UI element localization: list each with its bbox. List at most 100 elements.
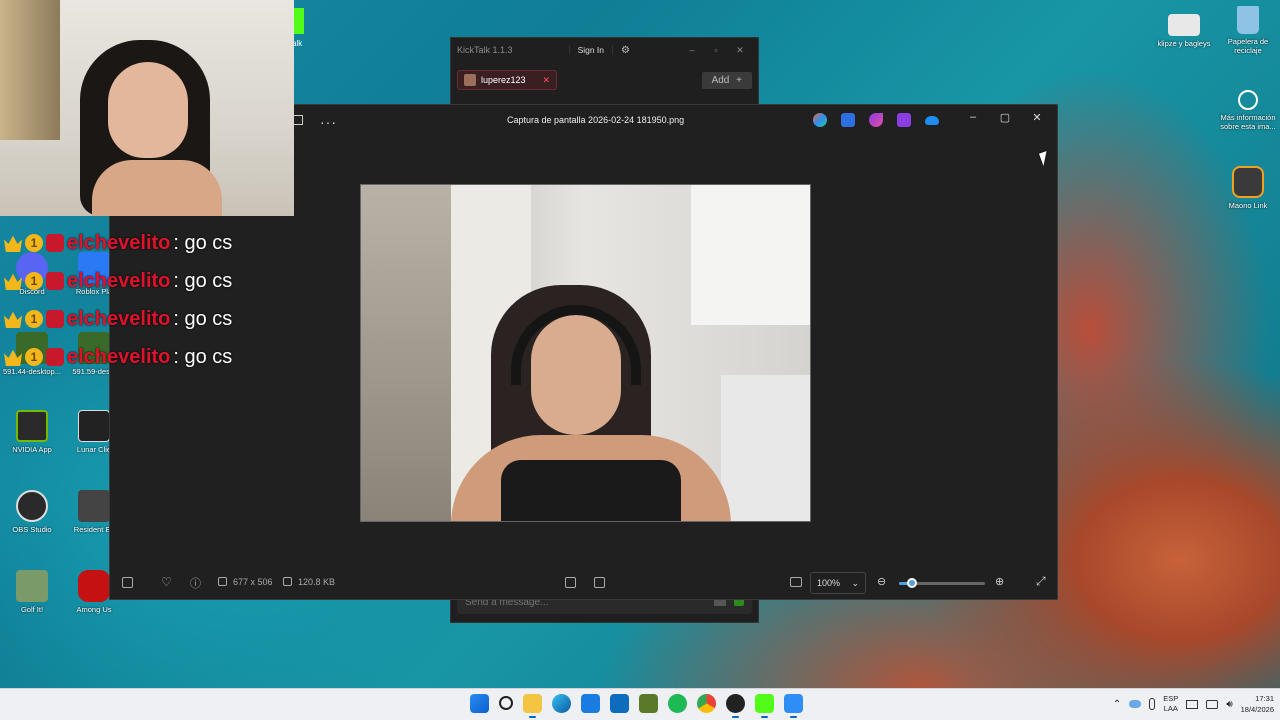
webcam-overlay: [0, 0, 294, 216]
filmstrip-icon[interactable]: [122, 577, 133, 588]
display-icon[interactable]: [1186, 699, 1199, 709]
photos-edit-icon[interactable]: [841, 113, 855, 127]
minimize-button[interactable]: –: [680, 45, 704, 55]
gem-badge-icon: [46, 310, 64, 328]
kick-icon[interactable]: [294, 8, 304, 34]
microphone-icon[interactable]: [1149, 698, 1156, 710]
gem-badge-icon: [46, 272, 64, 290]
chat-text: : go cs: [173, 345, 233, 368]
zoom-value: 100%: [817, 578, 841, 588]
chat-username: elchevelito: [67, 345, 171, 368]
chevron-up-icon[interactable]: ⌃: [1113, 699, 1121, 710]
chat-message: 1 elchevelito: go cs: [0, 300, 300, 338]
chat-tab[interactable]: luperez123 ✕: [457, 70, 558, 90]
sub-badge-icon: 1: [25, 272, 43, 290]
zoom-dropdown[interactable]: 100% ⌄: [810, 572, 866, 594]
spotify-icon[interactable]: [668, 694, 687, 713]
add-chat-button[interactable]: Add +: [701, 71, 752, 89]
chat-text: : go cs: [173, 231, 233, 254]
crown-badge-icon: [4, 349, 22, 366]
chat-text: : go cs: [173, 307, 233, 330]
chat-message: 1 elchevelito: go cs: [0, 262, 300, 300]
desktop-icon-nvidia-app[interactable]: NVIDIA App: [0, 410, 64, 454]
minimize-button[interactable]: –: [957, 111, 989, 124]
lunar-client-icon: [78, 410, 110, 442]
search-icon[interactable]: [499, 696, 513, 710]
crown-badge-icon: [4, 273, 22, 290]
among-us-icon: [78, 570, 110, 602]
desktop-icon-golf-it[interactable]: Golf It!: [0, 570, 64, 614]
time: 17:31: [1255, 694, 1274, 703]
desktop-icon-recycle-bin[interactable]: Papelera de reciclaje: [1216, 6, 1280, 55]
info-icon[interactable]: ⓘ: [190, 575, 201, 591]
sign-in-button[interactable]: Sign In: [568, 45, 614, 55]
gem-badge-icon: [46, 348, 64, 366]
displayed-image[interactable]: [360, 184, 811, 522]
fit-to-window-icon[interactable]: [790, 577, 802, 587]
designer-icon[interactable]: [897, 113, 911, 127]
language-indicator[interactable]: ESP LAA: [1163, 694, 1178, 714]
resident-evil-icon: [78, 490, 110, 522]
golf-it-icon: [16, 570, 48, 602]
heart-icon[interactable]: ♡: [161, 575, 172, 589]
more-options-button[interactable]: ···: [320, 114, 337, 130]
obs-taskbar-icon[interactable]: [726, 694, 745, 718]
zoom-in-icon[interactable]: ⊕: [995, 575, 1004, 588]
image-dimensions: 677 x 506: [233, 577, 273, 587]
chrome-icon[interactable]: [697, 694, 716, 713]
onedrive-icon[interactable]: [925, 116, 939, 125]
microsoft-store-icon[interactable]: [581, 694, 600, 713]
desktop-icon-label: Lunar Clie: [76, 445, 112, 454]
chat-message: 1 elchevelito: go cs: [0, 224, 300, 262]
start-icon[interactable]: [470, 694, 489, 713]
maximize-button[interactable]: ▢: [989, 111, 1021, 124]
close-tab-icon[interactable]: ✕: [543, 75, 551, 86]
photos-taskbar-icon[interactable]: [784, 694, 803, 718]
desktop-icon-obs-studio[interactable]: OBS Studio: [0, 490, 64, 534]
chat-username: elchevelito: [67, 269, 171, 292]
dimensions-icon: [218, 577, 227, 586]
clock[interactable]: 17:31 18/4/2026: [1241, 693, 1274, 715]
zoom-out-icon[interactable]: ⊖: [877, 575, 886, 588]
sidebar-toggle-icon[interactable]: [293, 115, 303, 125]
kicktalk-tab-bar: luperez123 ✕ Add +: [451, 62, 758, 98]
minecraft-icon[interactable]: [639, 694, 658, 713]
desktop-icon-maono-link[interactable]: Maono Link: [1216, 166, 1280, 210]
taskbar: ⌃ ESP LAA 🔊︎ 17:31 18/4/2026: [0, 688, 1280, 720]
desktop-icon-spotlight-info[interactable]: Más información sobre esta ima...: [1216, 90, 1280, 131]
file-title: Captura de pantalla 2026-02-24 181950.pn…: [507, 115, 685, 125]
desktop-icon-label: klipze y bagleys: [1157, 39, 1211, 48]
volume-icon[interactable]: 🔊︎: [1226, 699, 1232, 710]
desktop-icon-label: Maono Link: [1228, 201, 1268, 210]
visual-search-icon[interactable]: [565, 577, 576, 588]
clipchamp-icon[interactable]: [869, 113, 883, 127]
desktop-icon-label: NVIDIA App: [12, 445, 52, 454]
language-code: ESP: [1163, 694, 1179, 703]
network-icon[interactable]: [1206, 699, 1219, 709]
copilot-icon[interactable]: [813, 113, 827, 127]
zoom-slider[interactable]: [899, 578, 985, 588]
add-label: Add: [711, 74, 730, 86]
close-button[interactable]: ✕: [1021, 111, 1053, 124]
close-button[interactable]: ✕: [728, 45, 752, 56]
chat-tab-label: luperez123: [481, 75, 526, 85]
edge-icon[interactable]: [552, 694, 571, 713]
date: 18/4/2026: [1240, 705, 1274, 714]
stream-chat-overlay: 1 elchevelito: go cs 1 elchevelito: go c…: [0, 224, 300, 376]
avatar: [464, 74, 476, 86]
text-scan-icon[interactable]: [594, 577, 605, 588]
maximize-button[interactable]: ▫: [704, 45, 728, 55]
chat-username: elchevelito: [67, 231, 171, 254]
kick-taskbar-icon[interactable]: [755, 694, 774, 718]
outlook-icon[interactable]: [610, 694, 629, 713]
chat-message: 1 elchevelito: go cs: [0, 338, 300, 376]
file-explorer-icon[interactable]: [523, 694, 542, 718]
file-size: 120.8 KB: [298, 577, 336, 587]
system-tray: ⌃ ESP LAA 🔊︎ 17:31 18/4/2026: [1113, 693, 1274, 715]
zoom-slider-thumb[interactable]: [906, 578, 917, 588]
chat-text: : go cs: [173, 269, 233, 292]
fullscreen-icon[interactable]: ⤢: [1036, 574, 1046, 589]
desktop-icon-klipze[interactable]: klipze y bagleys: [1152, 14, 1216, 48]
gear-icon[interactable]: ⚙: [621, 45, 630, 56]
onedrive-tray-icon[interactable]: [1129, 700, 1142, 708]
